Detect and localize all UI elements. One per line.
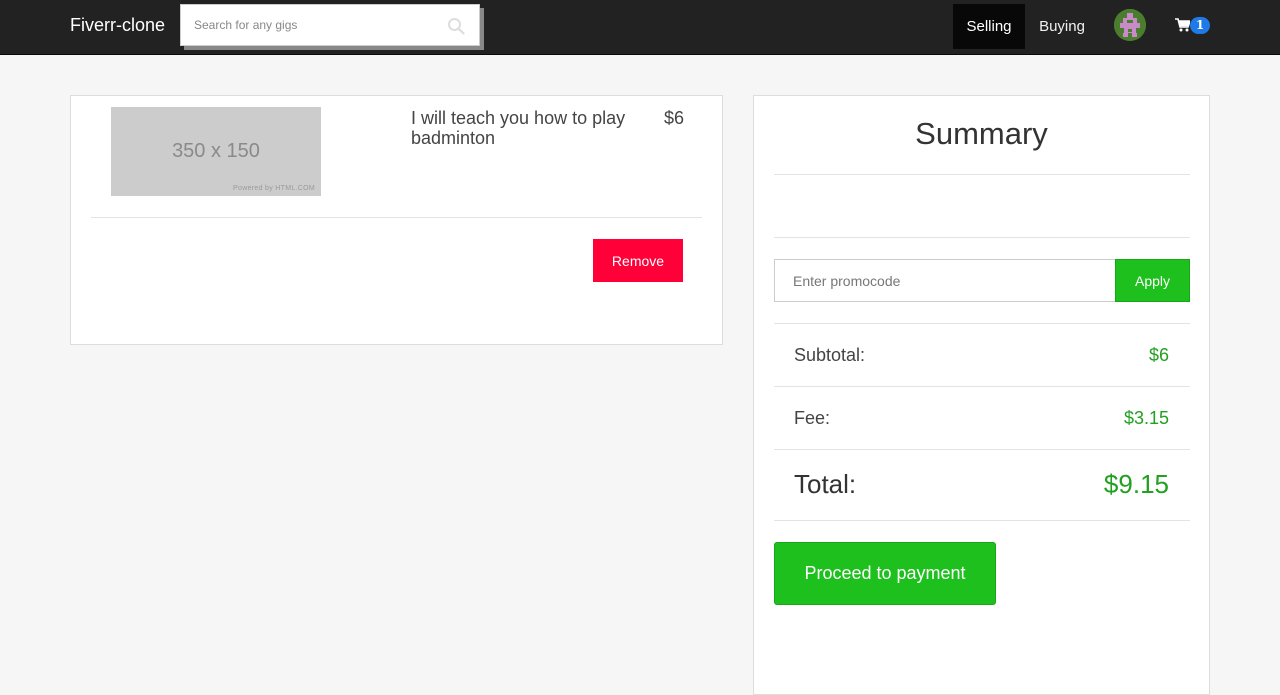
top-navbar: Fiverr-clone Selling Buying 1 (0, 0, 1280, 55)
divider (774, 449, 1190, 450)
total-value: $9.15 (1103, 469, 1169, 499)
gig-title[interactable]: I will teach you how to play badminton (411, 108, 641, 148)
promocode-input[interactable] (774, 259, 1116, 302)
fee-value: $3.15 (1123, 408, 1169, 428)
fee-label: Fee: (794, 408, 831, 428)
search-icon[interactable] (447, 17, 465, 35)
divider (774, 323, 1190, 324)
subtotal-value: $6 (1148, 345, 1169, 365)
apply-promocode-button[interactable]: Apply (1115, 259, 1190, 302)
cart-icon (1175, 18, 1190, 32)
divider (774, 520, 1190, 521)
gig-price: $6 (664, 108, 685, 128)
avatar[interactable] (1114, 9, 1146, 41)
proceed-to-payment-button[interactable]: Proceed to payment (774, 542, 996, 605)
subtotal-label: Subtotal: (794, 345, 866, 365)
search-box (180, 4, 480, 46)
search-input[interactable] (180, 4, 480, 46)
gig-thumbnail[interactable]: 350 x 150 Powered by HTML.COM (111, 107, 321, 196)
cart-count-badge: 1 (1190, 17, 1210, 34)
divider (774, 386, 1190, 387)
cart-item-card: 350 x 150 Powered by HTML.COM I will tea… (70, 95, 723, 345)
avatar-identicon (1114, 9, 1146, 41)
nav-selling[interactable]: Selling (953, 4, 1025, 49)
summary-title: Summary (915, 116, 1048, 151)
divider (774, 174, 1190, 175)
total-label: Total: (794, 469, 857, 499)
thumbnail-powered-text: Powered by HTML.COM (233, 185, 315, 192)
remove-button[interactable]: Remove (593, 239, 683, 282)
summary-card: Summary Apply Subtotal: $6 Fee: $3.15 To… (753, 95, 1210, 695)
divider (91, 217, 702, 218)
thumbnail-size-text: 350 x 150 (172, 140, 260, 162)
divider (774, 237, 1190, 238)
nav-buying[interactable]: Buying (1029, 4, 1095, 49)
brand-logo[interactable]: Fiverr-clone (70, 15, 165, 36)
